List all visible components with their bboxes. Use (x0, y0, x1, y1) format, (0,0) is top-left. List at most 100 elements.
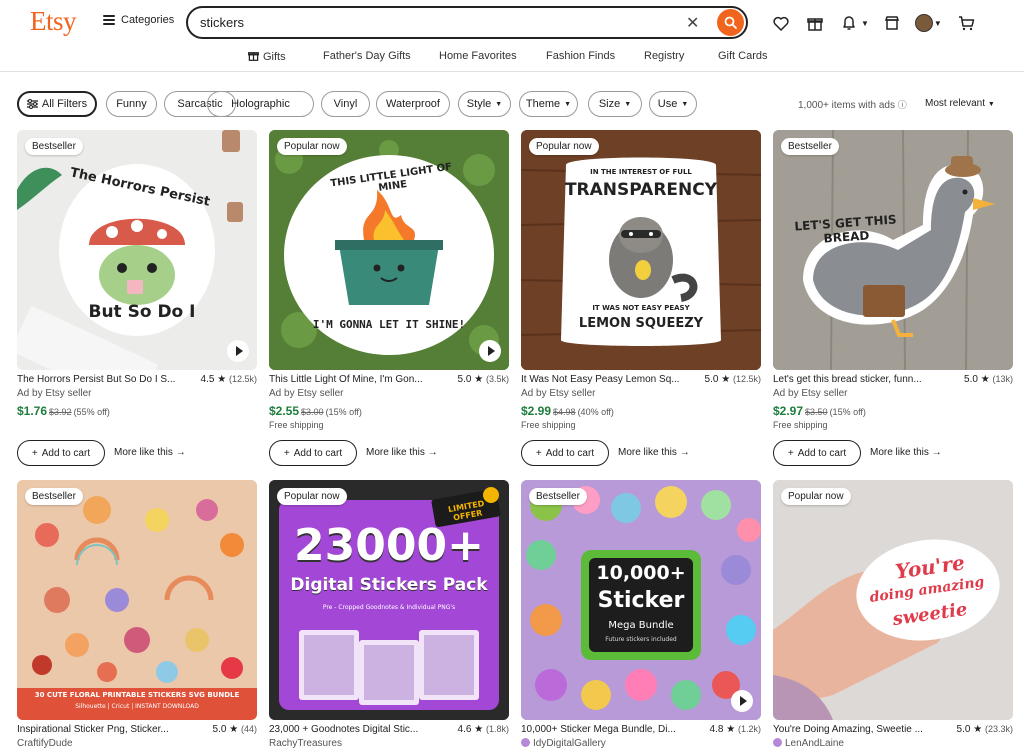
product-card[interactable]: 23000+ Digital Stickers Pack LIMITED OFF… (269, 480, 509, 749)
search-button[interactable] (717, 9, 744, 36)
favorites-heart-icon[interactable] (770, 12, 792, 34)
product-title[interactable]: It Was Not Easy Peasy Lemon Sq... (521, 374, 701, 385)
search-input[interactable] (200, 15, 640, 30)
shop-name[interactable]: RachyTreasures (269, 738, 342, 749)
add-to-cart-button[interactable]: + Add to cart (521, 440, 609, 466)
more-like-this-label: More like this (870, 447, 929, 458)
shop-name[interactable]: LenAndLaine (773, 738, 844, 749)
nav-registry[interactable]: Registry (644, 50, 684, 62)
art-text-bottom: LEMON SQUEEZY (578, 316, 704, 331)
art-sub-text: Silhouette | Cricut | INSTANT DOWNLOAD (75, 703, 199, 710)
art-text-mid: Sticker (597, 588, 685, 613)
product-card[interactable]: You're doing amazing sweetie Popular now… (773, 480, 1013, 749)
more-like-this-link[interactable]: More like this → (870, 447, 942, 458)
product-title[interactable]: You're Doing Amazing, Sweetie ... (773, 724, 953, 735)
arrow-right-icon: → (175, 447, 186, 458)
shop-manager-icon[interactable] (881, 12, 903, 34)
product-image[interactable]: THIS LITTLE LIGHT OF MINE I'M GONNA LET … (269, 130, 509, 370)
more-like-this-link[interactable]: More like this → (114, 447, 186, 458)
discount-percent: (15% off) (829, 407, 866, 417)
add-to-cart-button[interactable]: + Add to cart (17, 440, 105, 466)
cart-icon[interactable] (956, 12, 978, 34)
chip-holographic[interactable]: Holographic (207, 91, 314, 117)
shop-name[interactable]: IdyDigitalGallery (521, 738, 606, 749)
badge: Bestseller (25, 488, 83, 505)
arrow-right-icon: → (679, 447, 690, 458)
gift-icon (248, 52, 259, 61)
review-count: (23.3k) (984, 724, 1013, 734)
product-rating: 4.5 ★ (12.5k) (201, 374, 257, 385)
clear-search-icon[interactable]: ✕ (686, 13, 699, 33)
product-title[interactable]: Let's get this bread sticker, funn... (773, 374, 953, 385)
product-image[interactable]: LET'S GET THIS BREAD Bestseller (773, 130, 1013, 370)
chevron-down-icon[interactable]: ▼ (934, 19, 942, 28)
more-like-this-link[interactable]: More like this → (618, 447, 690, 458)
product-image[interactable]: The Horrors Persist But So Do I Bestsell… (17, 130, 257, 370)
original-price: $3.92 (49, 407, 72, 417)
star-icon: ★ (474, 374, 484, 385)
product-card[interactable]: LET'S GET THIS BREAD Bestseller Let's ge… (773, 130, 1013, 470)
product-title[interactable]: Inspirational Sticker Png, Sticker... (17, 724, 197, 735)
sort-dropdown[interactable]: Most relevant ▼ (925, 98, 995, 109)
product-title[interactable]: 23,000 + Goodnotes Digital Stic... (269, 724, 449, 735)
video-play-icon[interactable] (731, 690, 753, 712)
product-card[interactable]: The Horrors Persist But So Do I Bestsell… (17, 130, 257, 470)
sort-label: Most relevant (925, 98, 986, 109)
plus-icon: + (535, 447, 542, 459)
original-price: $3.50 (805, 407, 828, 417)
add-to-cart-label: Add to cart (293, 447, 343, 459)
search-icon (724, 16, 737, 29)
nav-fathers-day-gifts[interactable]: Father's Day Gifts (323, 50, 411, 62)
product-price: $2.55 $3.00 (15% off) (269, 404, 362, 418)
etsy-logo[interactable]: Etsy (30, 6, 77, 37)
results-count: 1,000+ items with ads ⓘ (798, 100, 907, 111)
product-image[interactable]: 10,000+ Sticker Mega Bundle Future stick… (521, 480, 761, 720)
video-play-icon[interactable] (479, 340, 501, 362)
notifications-bell-icon[interactable] (838, 12, 860, 34)
hamburger-icon (103, 15, 115, 25)
art-text-top: IN THE INTEREST OF FULL (590, 168, 692, 176)
discount-percent: (15% off) (325, 407, 362, 417)
chip-waterproof[interactable]: Waterproof (376, 91, 450, 117)
dropdown-theme[interactable]: Theme ▼ (519, 91, 578, 117)
product-rating: 5.0 ★ (12.5k) (705, 374, 761, 385)
nav-gift-cards[interactable]: Gift Cards (718, 50, 768, 62)
seller-label: Ad by Etsy seller (521, 388, 596, 399)
sticker-art-raccoon (521, 130, 761, 370)
categories-menu[interactable]: Categories (103, 14, 174, 26)
info-icon[interactable]: ⓘ (898, 100, 907, 110)
product-image[interactable]: 23000+ Digital Stickers Pack LIMITED OFF… (269, 480, 509, 720)
discount-percent: (55% off) (73, 407, 110, 417)
free-shipping-label: Free shipping (269, 420, 324, 430)
avatar[interactable] (914, 14, 933, 32)
add-to-cart-button[interactable]: + Add to cart (269, 440, 357, 466)
nav-fashion-finds[interactable]: Fashion Finds (546, 50, 615, 62)
all-filters-button[interactable]: All Filters (17, 91, 97, 117)
product-title[interactable]: 10,000+ Sticker Mega Bundle, Di... (521, 724, 701, 735)
video-play-icon[interactable] (227, 340, 249, 362)
shop-name[interactable]: CraftifyDude (17, 738, 73, 749)
dropdown-size[interactable]: Size ▼ (588, 91, 642, 117)
plus-icon: + (787, 447, 794, 459)
product-card[interactable]: 10,000+ Sticker Mega Bundle Future stick… (521, 480, 761, 749)
gift-icon[interactable] (804, 12, 826, 34)
nav-gifts[interactable]: Gifts (248, 50, 286, 63)
product-image[interactable]: IN THE INTEREST OF FULL TRANSPARENCY IT … (521, 130, 761, 370)
dropdown-style[interactable]: Style ▼ (458, 91, 511, 117)
dropdown-use[interactable]: Use ▼ (649, 91, 697, 117)
rating-value: 4.6 (457, 724, 472, 735)
rating-value: 5.0 (956, 724, 971, 735)
product-title[interactable]: This Little Light Of Mine, I'm Gon... (269, 374, 449, 385)
more-like-this-link[interactable]: More like this → (366, 447, 438, 458)
product-image[interactable]: You're doing amazing sweetie Popular now (773, 480, 1013, 720)
chip-vinyl[interactable]: Vinyl (321, 91, 370, 117)
add-to-cart-button[interactable]: + Add to cart (773, 440, 861, 466)
product-card[interactable]: 30 CUTE FLORAL PRINTABLE STICKERS SVG BU… (17, 480, 257, 749)
product-title[interactable]: The Horrors Persist But So Do I S... (17, 374, 197, 385)
product-card[interactable]: IN THE INTEREST OF FULL TRANSPARENCY IT … (521, 130, 761, 470)
nav-home-favorites[interactable]: Home Favorites (439, 50, 517, 62)
product-image[interactable]: 30 CUTE FLORAL PRINTABLE STICKERS SVG BU… (17, 480, 257, 720)
chip-funny[interactable]: Funny (106, 91, 157, 117)
product-card[interactable]: THIS LITTLE LIGHT OF MINE I'M GONNA LET … (269, 130, 509, 470)
chevron-down-icon[interactable]: ▼ (861, 19, 869, 28)
